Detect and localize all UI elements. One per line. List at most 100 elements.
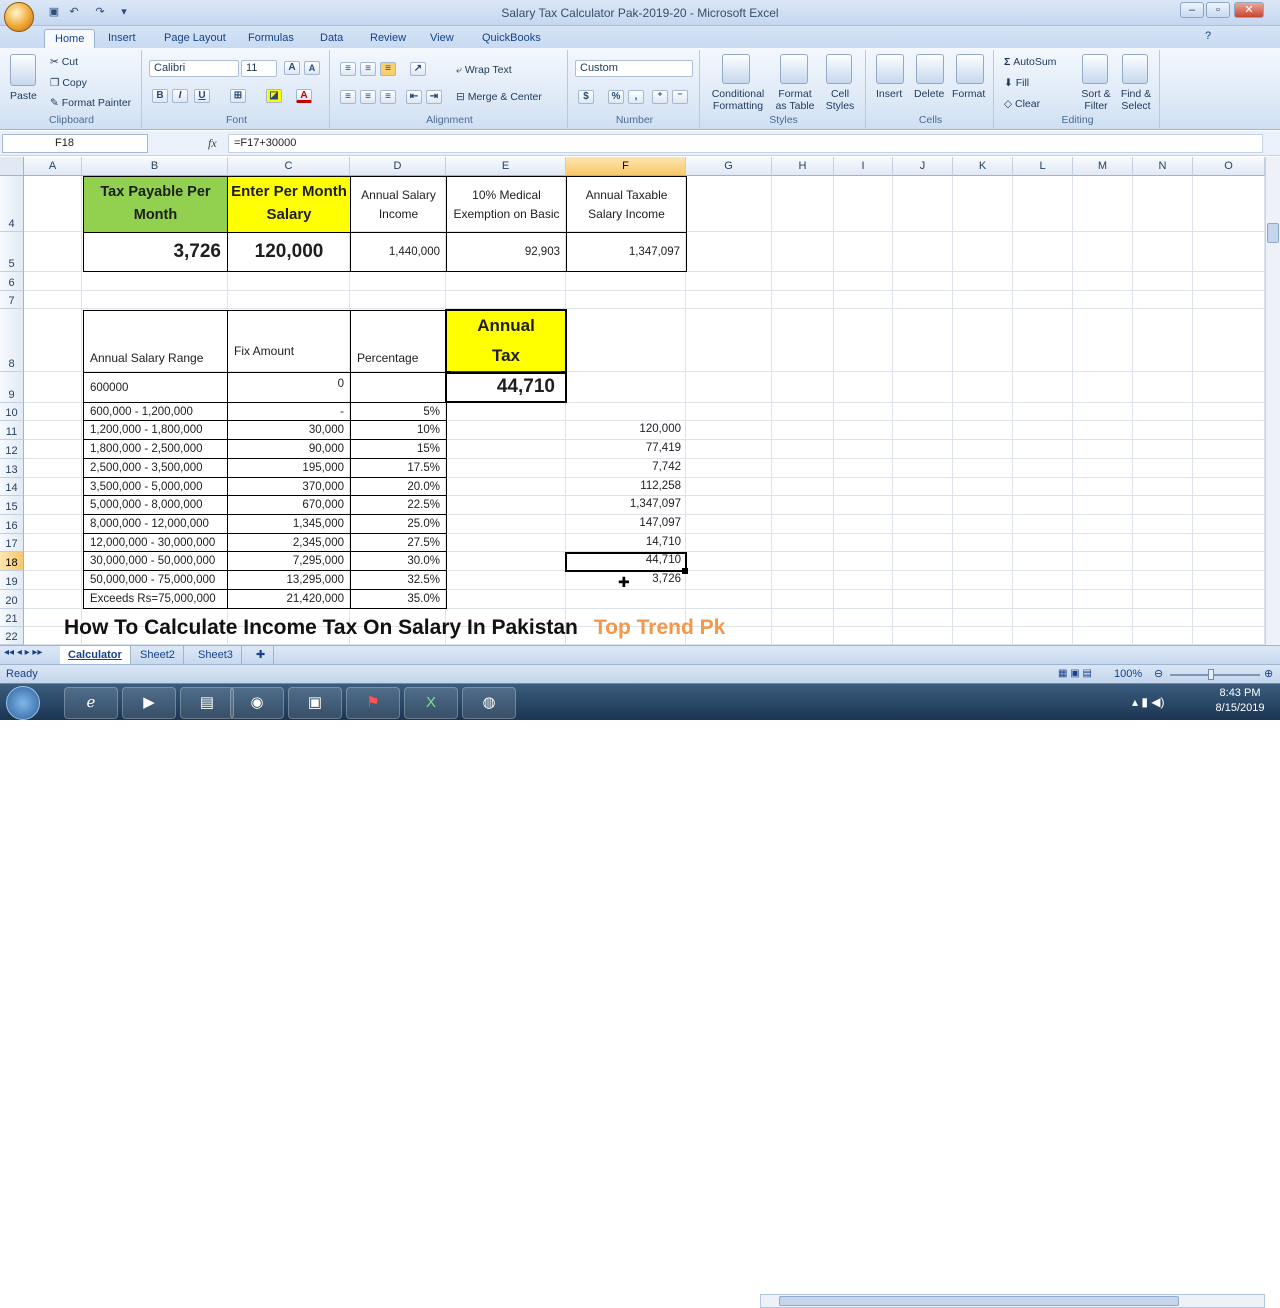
percentage-base[interactable] xyxy=(350,372,447,403)
insert-function-button[interactable]: fx xyxy=(208,136,217,151)
slab-calc-cell[interactable] xyxy=(566,402,687,421)
slab-range-cell[interactable]: 3,500,000 - 5,000,000 xyxy=(83,477,228,496)
paste-icon[interactable] xyxy=(10,54,36,86)
row-header[interactable]: 22 xyxy=(0,627,24,645)
column-header[interactable]: C xyxy=(228,157,350,176)
salary-range-header[interactable]: Annual Salary Range xyxy=(83,310,228,373)
fix-amount-header[interactable]: Fix Amount xyxy=(227,310,351,373)
zoom-level[interactable]: 100% xyxy=(1114,668,1142,680)
font-name-select[interactable]: Calibri xyxy=(149,60,239,77)
column-header[interactable]: K xyxy=(953,157,1013,176)
minimize-icon[interactable]: – xyxy=(1180,2,1204,18)
internet-explorer-icon[interactable]: ℯ xyxy=(64,687,118,719)
slab-range-cell[interactable]: 600,000 - 1,200,000 xyxy=(83,402,228,421)
percentage-header[interactable]: Percentage xyxy=(350,310,447,373)
shrink-font-icon[interactable]: A xyxy=(304,61,320,75)
annual-salary-value[interactable]: 1,440,000 xyxy=(350,232,447,272)
autosum-button[interactable]: Σ AutoSum xyxy=(1004,56,1056,68)
slab-fix-amount-cell[interactable]: - xyxy=(227,402,351,421)
number-format-select[interactable]: Custom xyxy=(575,60,693,77)
font-color-icon[interactable]: A xyxy=(296,89,312,103)
taxable-income-value[interactable]: 1,347,097 xyxy=(566,232,687,272)
fill-handle[interactable] xyxy=(682,568,688,574)
slab-percentage-cell[interactable]: 30.0% xyxy=(350,551,447,571)
column-header[interactable]: M xyxy=(1073,157,1133,176)
formula-input[interactable]: =F17+30000 xyxy=(228,134,1263,153)
slab-percentage-cell[interactable]: 5% xyxy=(350,402,447,421)
format-painter-button[interactable]: ✎ Format Painter xyxy=(50,97,131,109)
slab-calc-cell[interactable]: 147,097 xyxy=(566,514,687,534)
copy-button[interactable]: ❐ Copy xyxy=(50,77,87,89)
slab-fix-amount-cell[interactable]: 7,295,000 xyxy=(227,551,351,571)
row-header[interactable]: 4 xyxy=(0,176,24,232)
underline-button[interactable]: U xyxy=(194,89,210,103)
column-header[interactable]: N xyxy=(1133,157,1193,176)
tab-page-layout[interactable]: Page Layout xyxy=(154,29,236,48)
row-header[interactable]: 11 xyxy=(0,421,24,440)
slab-percentage-cell[interactable]: 22.5% xyxy=(350,495,447,515)
slab-percentage-cell[interactable]: 35.0% xyxy=(350,589,447,609)
comma-button[interactable]: , xyxy=(628,90,644,104)
slab-range-cell[interactable]: 8,000,000 - 12,000,000 xyxy=(83,514,228,534)
annual-tax-header[interactable]: Annual Tax xyxy=(445,309,567,374)
row-header[interactable]: 15 xyxy=(0,496,24,515)
align-top-icon[interactable]: ≡ xyxy=(340,62,356,76)
excel-taskbar-icon[interactable]: X xyxy=(404,687,458,719)
slab-fix-amount-cell[interactable]: 30,000 xyxy=(227,420,351,440)
monthly-salary-input[interactable]: 120,000 xyxy=(227,232,351,272)
medical-exemption-value[interactable]: 92,903 xyxy=(446,232,567,272)
fill-button[interactable]: ⬇ Fill xyxy=(1004,77,1029,89)
merge-center-button[interactable]: ⊟ Merge & Center xyxy=(456,91,542,103)
tab-quickbooks[interactable]: QuickBooks xyxy=(472,29,551,48)
italic-button[interactable]: I xyxy=(172,89,188,103)
horizontal-scrollbar[interactable] xyxy=(760,1294,1265,1308)
row-header[interactable]: 8 xyxy=(0,309,24,372)
slab-calc-cell[interactable] xyxy=(566,589,687,609)
maximize-icon[interactable]: ▫ xyxy=(1206,2,1230,18)
insert-cells-button[interactable]: Insert xyxy=(876,88,902,100)
recorder-icon[interactable]: ◍ xyxy=(462,687,516,719)
view-buttons-icon[interactable]: ▦ ▣ ▤ xyxy=(1058,668,1092,679)
sheet-tab-sheet3[interactable]: Sheet3 xyxy=(190,646,242,664)
tab-insert[interactable]: Insert xyxy=(98,29,146,48)
office-button[interactable] xyxy=(4,2,34,32)
sheet-tab-calculator[interactable]: Calculator xyxy=(60,646,131,664)
slab-range-cell[interactable]: 2,500,000 - 3,500,000 xyxy=(83,458,228,478)
slab-fix-amount-cell[interactable]: 2,345,000 xyxy=(227,533,351,552)
slab-range-cell[interactable]: Exceeds Rs=75,000,000 xyxy=(83,589,228,609)
find-select-button[interactable]: Find & Select xyxy=(1116,88,1156,112)
app-icon[interactable]: ▣ xyxy=(288,687,342,719)
tax-payable-header[interactable]: Tax Payable Per Month xyxy=(83,176,228,233)
slab-percentage-cell[interactable]: 15% xyxy=(350,439,447,459)
slab-calc-cell[interactable]: 1,347,097 xyxy=(566,495,687,515)
row-header[interactable]: 9 xyxy=(0,372,24,403)
column-header[interactable]: E xyxy=(446,157,566,176)
increase-decimal-icon[interactable]: ⁺ xyxy=(652,90,668,104)
medical-exemption-header[interactable]: 10% Medical Exemption on Basic xyxy=(446,176,567,233)
slab-range-cell[interactable]: 5,000,000 - 8,000,000 xyxy=(83,495,228,515)
media-player-icon[interactable]: ▶ xyxy=(122,687,176,719)
clock[interactable]: 8:43 PM 8/15/2019 xyxy=(1205,687,1275,714)
sheet-nav-icon[interactable]: ◂◂ ◂ ▸ ▸▸ xyxy=(4,647,42,658)
slab-percentage-cell[interactable]: 20.0% xyxy=(350,477,447,496)
zoom-in-icon[interactable]: ⊕ xyxy=(1264,667,1273,680)
acrobat-icon[interactable]: ⚑ xyxy=(346,687,400,719)
help-icon[interactable]: ? xyxy=(1205,30,1211,42)
slab-fix-amount-cell[interactable]: 370,000 xyxy=(227,477,351,496)
sort-filter-icon[interactable] xyxy=(1082,54,1108,84)
format-as-table-button[interactable]: Format as Table xyxy=(770,88,820,112)
tab-view[interactable]: View xyxy=(420,29,464,48)
sort-filter-button[interactable]: Sort & Filter xyxy=(1078,88,1114,112)
align-left-icon[interactable]: ≡ xyxy=(340,90,356,104)
row-header[interactable]: 18 xyxy=(0,552,24,571)
conditional-formatting-button[interactable]: Conditional Formatting xyxy=(708,88,768,112)
cut-button[interactable]: ✂ Cut xyxy=(50,56,78,68)
wrap-text-button[interactable]: ⤶ Wrap Text xyxy=(456,64,512,77)
currency-button[interactable]: $ xyxy=(578,90,594,104)
column-header[interactable]: L xyxy=(1013,157,1073,176)
slab-percentage-cell[interactable]: 27.5% xyxy=(350,533,447,552)
column-header[interactable]: I xyxy=(834,157,893,176)
slab-range-cell[interactable]: 12,000,000 - 30,000,000 xyxy=(83,533,228,552)
slab-fix-amount-cell[interactable]: 1,345,000 xyxy=(227,514,351,534)
slab-range-cell[interactable]: 50,000,000 - 75,000,000 xyxy=(83,570,228,590)
